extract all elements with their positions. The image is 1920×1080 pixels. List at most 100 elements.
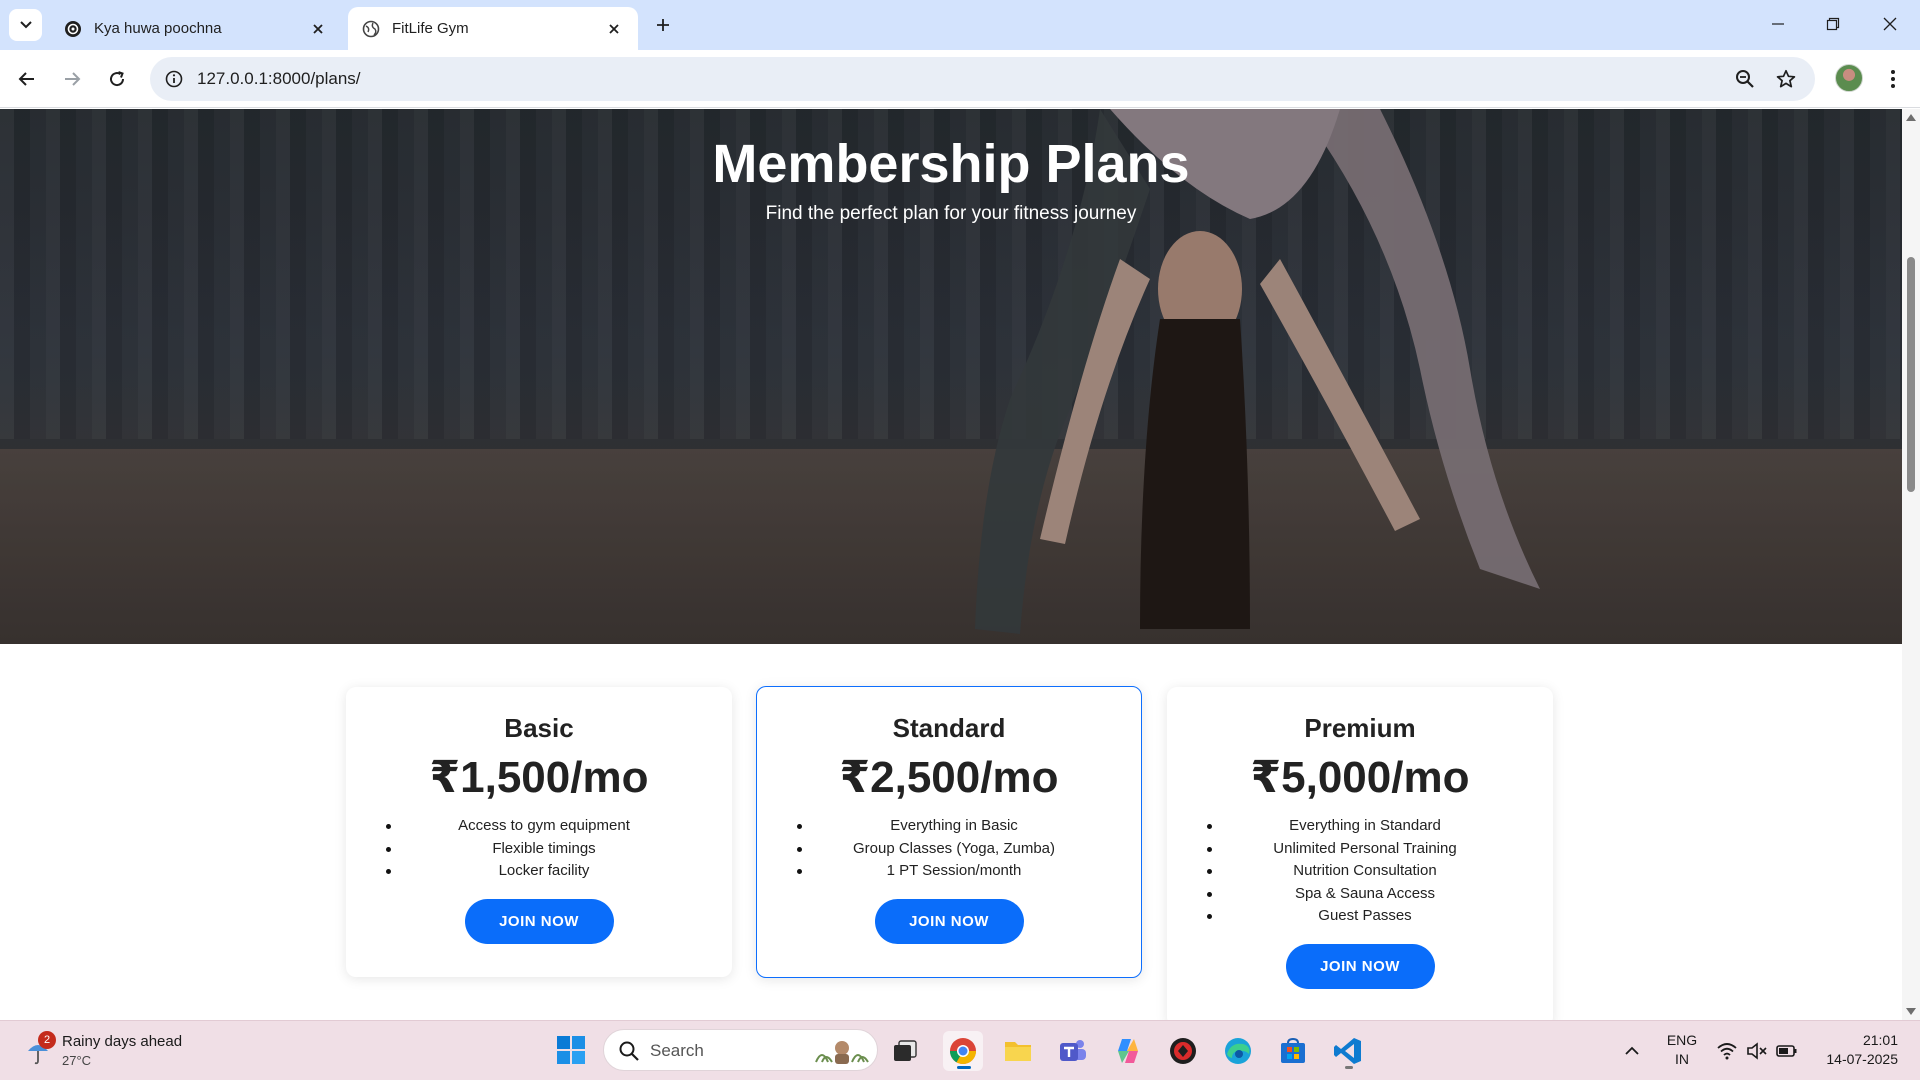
weather-widget[interactable]: 2 Rainy days ahead 27°C: [22, 1031, 222, 1073]
language-indicator[interactable]: ENG IN: [1664, 1031, 1700, 1069]
system-clock[interactable]: 21:01 14-07-2025: [1808, 1031, 1898, 1069]
browser-toolbar: 127.0.0.1:8000/plans/: [0, 50, 1920, 108]
plan-features: Access to gym equipment Flexible timings…: [346, 815, 732, 883]
task-view-icon: [894, 1040, 917, 1061]
weather-temperature: 27°C: [62, 1053, 92, 1068]
windows-taskbar: 2 Rainy days ahead 27°C Search ENG IN 21…: [0, 1020, 1920, 1080]
plan-price: ₹5,000/mo: [1250, 753, 1470, 802]
reload-button[interactable]: [100, 62, 134, 96]
page-subtitle: Find the perfect plan for your fitness j…: [765, 203, 1137, 224]
edge-icon: [1225, 1038, 1251, 1064]
arrow-left-icon: [18, 72, 34, 86]
running-indicator: [1345, 1066, 1353, 1069]
plan-feature: Flexible timings: [386, 838, 692, 861]
plan-card-basic: Basic ₹1,500/mo Access to gym equipment …: [346, 687, 732, 977]
globe-icon: [362, 20, 380, 38]
restore-button[interactable]: [1811, 8, 1855, 40]
bookmark-star-icon[interactable]: [1774, 67, 1798, 91]
more-vertical-icon: [1891, 70, 1895, 88]
plan-feature: Spa & Sauna Access: [1207, 883, 1513, 906]
page-scrollbar[interactable]: [1902, 109, 1920, 1020]
page-title: Membership Plans: [712, 134, 1190, 194]
tab-search-button[interactable]: [9, 9, 42, 41]
plan-feature: Guest Passes: [1207, 905, 1513, 928]
close-icon[interactable]: [604, 19, 624, 39]
region-code: IN: [1675, 1051, 1689, 1067]
address-bar[interactable]: 127.0.0.1:8000/plans/: [150, 57, 1815, 101]
join-now-button[interactable]: JOIN NOW: [464, 898, 614, 944]
teams-app[interactable]: [1053, 1031, 1093, 1071]
file-explorer-app[interactable]: [998, 1031, 1038, 1071]
speaker-muted-icon[interactable]: [1746, 1041, 1768, 1061]
active-indicator: [957, 1066, 971, 1069]
browser-tab-strip: Kya huwa poochna FitLife Gym: [0, 0, 1920, 50]
security-app[interactable]: [1163, 1031, 1203, 1071]
plan-feature: Locker facility: [386, 860, 692, 883]
tab-title: Kya huwa poochna: [94, 20, 222, 37]
chevron-up-icon[interactable]: [1622, 1041, 1642, 1061]
forward-button[interactable]: [55, 62, 89, 96]
back-button[interactable]: [10, 62, 44, 96]
vscode-icon: [1334, 1038, 1361, 1064]
scrollbar-thumb[interactable]: [1907, 257, 1915, 492]
shield-app-icon: [1170, 1038, 1196, 1064]
clock-date: 14-07-2025: [1826, 1051, 1898, 1067]
plan-name: Premium: [1304, 713, 1416, 743]
teams-icon: [1060, 1040, 1086, 1061]
join-now-button[interactable]: JOIN NOW: [1285, 943, 1435, 989]
store-icon: [1281, 1037, 1305, 1063]
plan-feature: Nutrition Consultation: [1207, 860, 1513, 883]
plan-feature: Everything in Standard: [1207, 815, 1513, 838]
zoom-icon[interactable]: [1733, 67, 1757, 91]
reload-icon: [110, 71, 125, 87]
chrome-app[interactable]: [943, 1031, 983, 1071]
copilot-app[interactable]: [1108, 1031, 1148, 1071]
tab-fitlife-gym[interactable]: FitLife Gym: [348, 7, 638, 50]
chrome-icon: [949, 1038, 977, 1065]
plan-price: ₹2,500/mo: [839, 753, 1059, 802]
plan-feature: Access to gym equipment: [386, 815, 692, 838]
close-icon: [1883, 17, 1897, 31]
copilot-icon: [1118, 1039, 1138, 1063]
hero-section: Membership Plans Find the perfect plan f…: [0, 109, 1902, 644]
search-label: Search: [650, 1041, 704, 1060]
folder-icon: [1005, 1042, 1031, 1061]
tab-kya-huwa-poochna[interactable]: Kya huwa poochna: [50, 7, 342, 50]
new-tab-button[interactable]: [650, 12, 676, 38]
minimize-button[interactable]: [1756, 8, 1800, 40]
windows-start-icon[interactable]: [556, 1035, 586, 1065]
task-view-app[interactable]: [885, 1031, 925, 1071]
plan-feature: Everything in Basic: [797, 815, 1101, 838]
search-highlight-art-icon: [815, 1041, 869, 1064]
chevron-down-icon: [19, 21, 32, 29]
url-text[interactable]: 127.0.0.1:8000/plans/: [197, 69, 361, 89]
scroll-up-arrow-icon[interactable]: [1906, 114, 1916, 121]
vscode-app[interactable]: [1328, 1031, 1368, 1071]
close-window-button[interactable]: [1868, 8, 1912, 40]
battery-icon[interactable]: [1776, 1041, 1798, 1061]
openai-icon: [64, 20, 82, 38]
plan-name: Basic: [504, 713, 574, 743]
profile-avatar[interactable]: [1835, 64, 1863, 92]
search-icon: [619, 1041, 639, 1061]
plan-features: Everything in Standard Unlimited Persona…: [1167, 815, 1553, 928]
plan-features: Everything in Basic Group Classes (Yoga,…: [757, 815, 1141, 883]
plus-icon: [657, 19, 669, 31]
arrow-right-icon: [65, 72, 81, 86]
join-now-button[interactable]: JOIN NOW: [874, 898, 1024, 944]
close-icon[interactable]: [308, 19, 328, 39]
plan-card-premium: Premium ₹5,000/mo Everything in Standard…: [1167, 687, 1553, 1020]
plan-name: Standard: [892, 713, 1006, 743]
edge-app[interactable]: [1218, 1031, 1258, 1071]
taskbar-search[interactable]: Search: [603, 1029, 878, 1071]
browser-menu-button[interactable]: [1878, 62, 1908, 96]
weather-title: Rainy days ahead: [62, 1033, 183, 1050]
plan-feature: 1 PT Session/month: [797, 860, 1101, 883]
site-info-icon[interactable]: [160, 65, 188, 93]
microsoft-store-app[interactable]: [1273, 1031, 1313, 1071]
weather-alert-badge: 2: [38, 1031, 56, 1049]
wifi-icon[interactable]: [1716, 1041, 1738, 1061]
scroll-down-arrow-icon[interactable]: [1906, 1008, 1916, 1015]
page-viewport: Membership Plans Find the perfect plan f…: [0, 109, 1902, 1020]
tab-title: FitLife Gym: [392, 20, 469, 37]
